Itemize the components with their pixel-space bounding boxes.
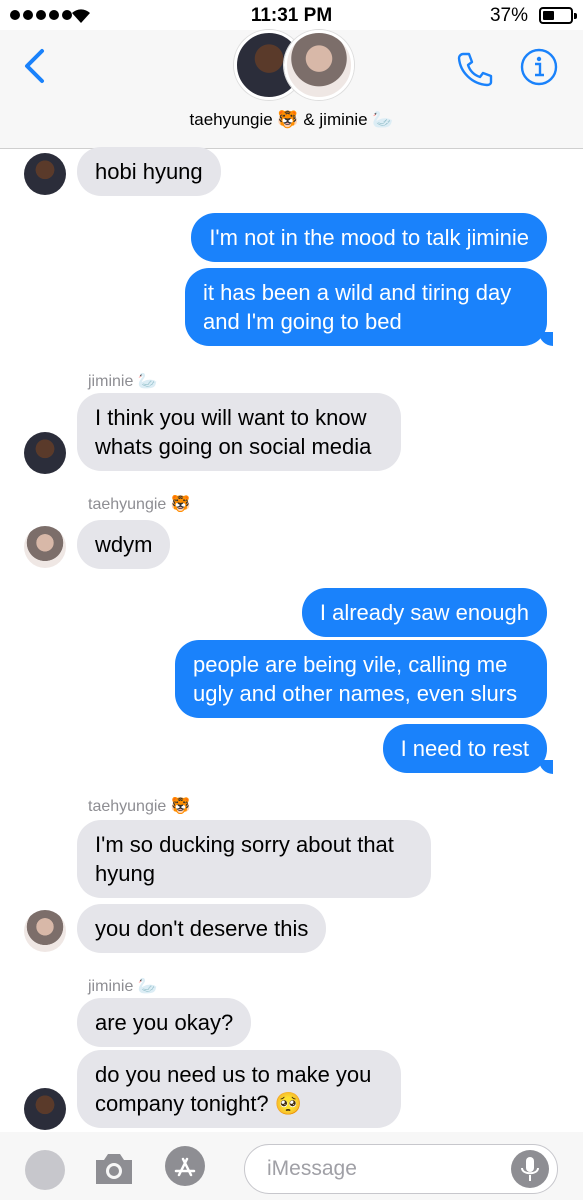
sender-name: jiminie 🦢 — [88, 978, 158, 995]
avatar-jiminie — [24, 1088, 66, 1130]
conversation-header: taehyungie 🐯 & jiminie 🦢 — [0, 30, 583, 149]
message-bubble-outgoing[interactable]: I'm not in the mood to talk jiminie — [191, 213, 547, 262]
imessage-input[interactable]: iMessage — [244, 1144, 558, 1194]
battery-icon — [539, 7, 577, 24]
sender-name: taehyungie 🐯 — [88, 496, 191, 513]
message-bubble-incoming[interactable]: hobi hyung — [77, 147, 221, 196]
message-bubble-outgoing[interactable]: people are being vile, calling me ugly a… — [175, 640, 547, 718]
message-bubble-outgoing[interactable]: I already saw enough — [301, 588, 547, 637]
message-bubble-outgoing[interactable]: I need to rest — [382, 724, 547, 773]
bubble-tail — [539, 332, 553, 346]
message-bubble-outgoing[interactable]: it has been a wild and tiring day and I'… — [185, 268, 547, 346]
apps-button[interactable] — [25, 1150, 65, 1190]
battery-percent: 37% — [489, 5, 528, 26]
chevron-left-icon[interactable] — [22, 48, 46, 84]
microphone-icon[interactable] — [511, 1150, 549, 1188]
input-placeholder: iMessage — [267, 1157, 357, 1180]
avatar-jiminie — [24, 432, 66, 474]
message-bubble-incoming[interactable]: wdym — [77, 520, 171, 569]
info-icon[interactable] — [520, 48, 558, 86]
camera-icon[interactable] — [92, 1150, 136, 1188]
sender-name: jiminie 🦢 — [88, 373, 158, 390]
app-store-icon[interactable] — [165, 1146, 205, 1186]
message-bubble-incoming[interactable]: do you need us to make you company tonig… — [77, 1050, 401, 1128]
avatar-taehyungie[interactable] — [284, 30, 354, 100]
group-name[interactable]: taehyungie 🐯 & jiminie 🦢 — [0, 110, 583, 130]
phone-icon[interactable] — [455, 50, 495, 88]
sender-name: taehyungie 🐯 — [88, 798, 191, 815]
avatar-taehyungie — [24, 910, 66, 952]
message-bubble-incoming[interactable]: you don't deserve this — [77, 904, 327, 953]
avatar-jiminie — [24, 153, 66, 195]
message-bubble-incoming[interactable]: are you okay? — [77, 998, 252, 1047]
avatar-taehyungie — [24, 526, 66, 568]
message-bubble-incoming[interactable]: I think you will want to know whats goin… — [77, 393, 401, 471]
status-bar: 11:31 PM 37% — [0, 0, 583, 32]
message-input-bar: iMessage — [0, 1132, 583, 1200]
message-bubble-incoming[interactable]: I'm so ducking sorry about that hyung — [77, 820, 431, 898]
bubble-tail — [539, 760, 553, 774]
